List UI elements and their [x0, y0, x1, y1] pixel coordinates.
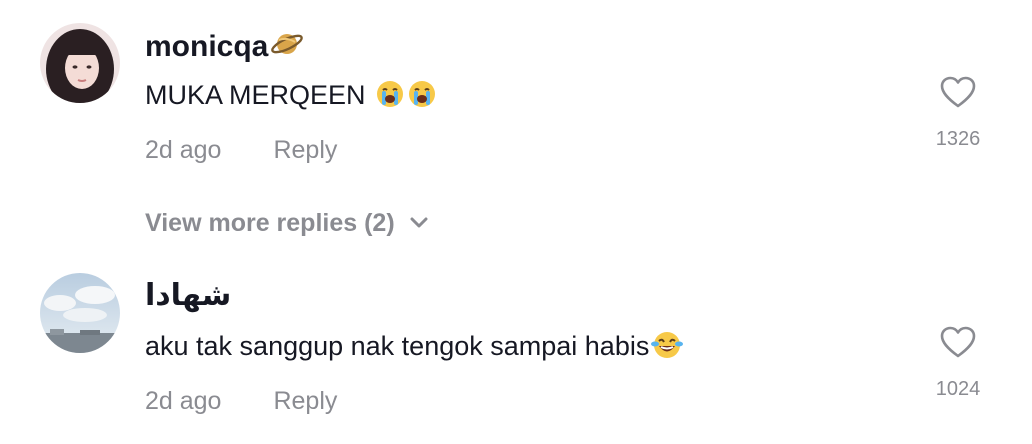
- comment-text: aku tak sanggup nak tengok sampai habis: [145, 329, 684, 368]
- comment-meta: 2d ago Reply: [145, 386, 337, 416]
- comment-meta: 2d ago Reply: [145, 135, 337, 165]
- comment-text-body: aku tak sanggup nak tengok sampai habis: [145, 331, 650, 361]
- avatar[interactable]: [40, 273, 120, 353]
- username-text: monicqa: [145, 30, 269, 63]
- avatar[interactable]: [40, 23, 120, 103]
- heart-icon[interactable]: [928, 75, 988, 114]
- like-group: 1024: [928, 325, 988, 401]
- heart-icon[interactable]: [928, 325, 988, 364]
- comment-text-body: MUKA MERQEEN: [145, 80, 366, 110]
- reply-button[interactable]: Reply: [273, 136, 337, 164]
- view-more-label: View more replies (2): [145, 209, 395, 237]
- ringed-planet-icon: [270, 28, 304, 69]
- comment-text: MUKA MERQEEN: [145, 78, 437, 117]
- loudly-crying-face-icon: [375, 79, 405, 117]
- like-count: 1024: [935, 378, 981, 400]
- like-count: 1326: [935, 128, 981, 150]
- reply-button[interactable]: Reply: [273, 387, 337, 415]
- face-with-tears-of-joy-icon: [651, 330, 684, 368]
- username[interactable]: monicqa: [145, 28, 304, 69]
- username-text: شهادا: [145, 279, 232, 312]
- chevron-down-icon: [409, 205, 429, 237]
- like-group: 1326: [928, 75, 988, 151]
- timestamp: 2d ago: [145, 387, 222, 415]
- username[interactable]: شهادا: [145, 278, 231, 314]
- view-more-replies-button[interactable]: View more replies (2): [145, 205, 429, 239]
- timestamp: 2d ago: [145, 136, 222, 164]
- loudly-crying-face-icon: [407, 79, 437, 117]
